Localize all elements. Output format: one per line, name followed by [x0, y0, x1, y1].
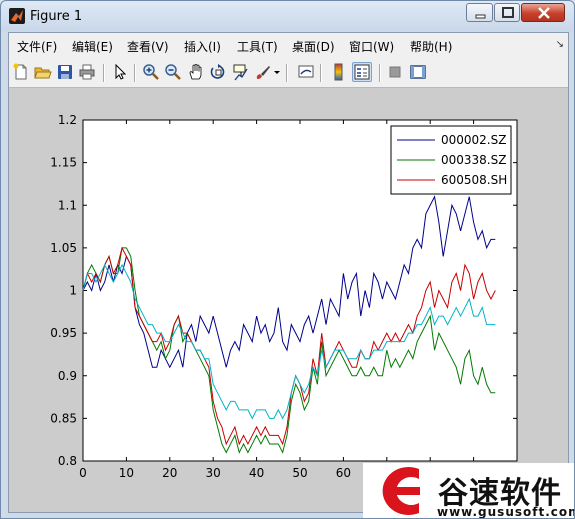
legend-label: 600508.SH — [441, 173, 507, 187]
zoom-out-icon[interactable] — [164, 63, 182, 81]
menu-file[interactable]: 文件(F) — [17, 38, 57, 55]
menu-bar: 文件(F) 编辑(E) 查看(V) 插入(I) 工具(T) 桌面(D) 窗口(W… — [9, 33, 568, 59]
hide-plot-tools-icon[interactable] — [386, 63, 404, 81]
toolbar-separator — [103, 64, 105, 82]
menu-view[interactable]: 查看(V) — [127, 38, 169, 55]
brush-dropdown-icon[interactable] — [273, 63, 281, 81]
y-tick-label: 1.2 — [58, 113, 77, 127]
watermark-url: www.gususoft.com — [437, 505, 575, 519]
close-button[interactable] — [521, 3, 565, 22]
figure-client-area: 文件(F) 编辑(E) 查看(V) 插入(I) 工具(T) 桌面(D) 窗口(W… — [8, 32, 569, 513]
colorbar-icon[interactable] — [330, 63, 348, 81]
x-tick-label: 60 — [336, 466, 351, 480]
y-tick-label: 1.15 — [50, 156, 77, 170]
legend-label: 000338.SZ — [441, 153, 506, 167]
x-tick-label: 40 — [249, 466, 264, 480]
y-tick-label: 1 — [69, 284, 77, 298]
x-tick-label: 20 — [162, 466, 177, 480]
figure-toolbar — [9, 59, 568, 88]
rotate-3d-icon[interactable] — [209, 63, 227, 81]
menu-window[interactable]: 窗口(W) — [349, 38, 394, 55]
save-icon[interactable] — [56, 63, 74, 81]
toolbar-separator — [134, 64, 136, 82]
title-bar[interactable]: Figure 1 — [1, 1, 574, 32]
x-tick-label: 50 — [292, 466, 307, 480]
pan-hand-icon[interactable] — [187, 63, 205, 81]
legend-label: 000002.SZ — [441, 133, 506, 147]
show-plot-tools-icon[interactable] — [409, 63, 427, 81]
matlab-icon — [9, 8, 25, 24]
figure-window: Figure 1 文件(F) 编辑(E) 查看(V) 插入(I) 工具(T) 桌… — [0, 0, 575, 519]
x-tick-label: 10 — [119, 466, 134, 480]
legend-icon[interactable] — [352, 62, 372, 82]
menu-help[interactable]: 帮助(H) — [410, 38, 452, 55]
figure-canvas[interactable]: 01020304050607080901000.80.850.90.9511.0… — [9, 88, 568, 512]
y-tick-label: 0.9 — [58, 369, 77, 383]
window-title: Figure 1 — [30, 9, 83, 24]
data-cursor-icon[interactable] — [232, 63, 250, 81]
brush-icon[interactable] — [254, 63, 272, 81]
y-tick-label: 1.05 — [50, 241, 77, 255]
minimize-button[interactable] — [466, 3, 493, 22]
print-icon[interactable] — [78, 63, 96, 81]
line-chart[interactable]: 01020304050607080901000.80.850.90.9511.0… — [9, 88, 568, 512]
menu-insert[interactable]: 插入(I) — [184, 38, 221, 55]
x-tick-label: 0 — [79, 466, 87, 480]
menu-dock-arrow[interactable]: ↘ — [556, 39, 564, 50]
menu-desktop[interactable]: 桌面(D) — [292, 38, 335, 55]
y-tick-label: 0.8 — [58, 454, 77, 468]
select-arrow-icon[interactable] — [111, 63, 129, 81]
open-file-icon[interactable] — [34, 63, 52, 81]
toolbar-separator — [320, 64, 322, 82]
y-tick-label: 0.85 — [50, 411, 77, 425]
menu-edit[interactable]: 编辑(E) — [72, 38, 113, 55]
toolbar-separator — [286, 64, 288, 82]
link-plot-icon[interactable] — [297, 63, 315, 81]
new-figure-icon[interactable] — [12, 63, 30, 81]
y-tick-label: 1.1 — [58, 198, 77, 212]
toolbar-separator — [379, 64, 381, 82]
x-tick-label: 30 — [206, 466, 221, 480]
y-tick-label: 0.95 — [50, 326, 77, 340]
menu-tools[interactable]: 工具(T) — [237, 38, 278, 55]
maximize-button[interactable] — [494, 3, 520, 22]
zoom-in-icon[interactable] — [142, 63, 160, 81]
